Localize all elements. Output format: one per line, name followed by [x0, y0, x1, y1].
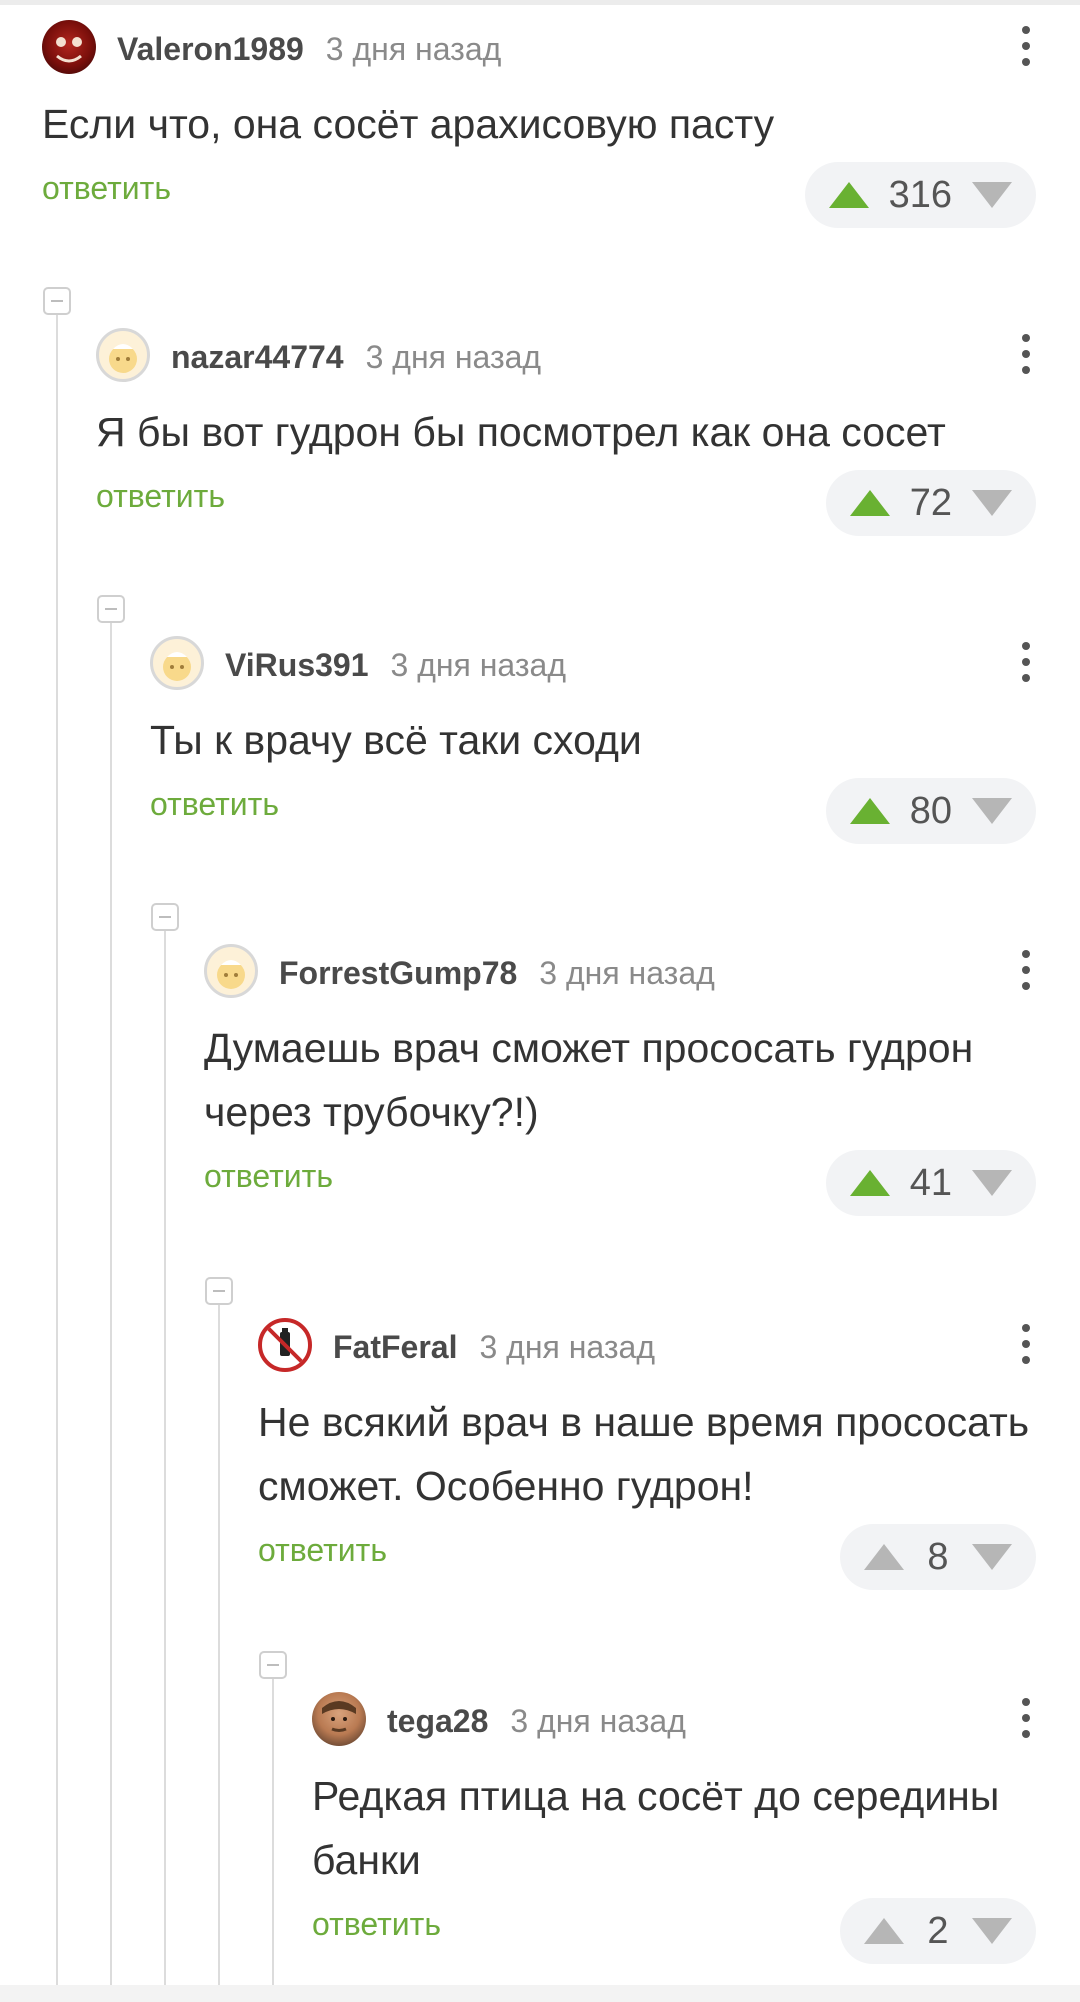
vote-panel: 80: [825, 778, 1036, 844]
vote-panel: 72: [825, 470, 1036, 536]
downvote-icon[interactable]: [972, 798, 1012, 824]
comment-text: Думаешь врач сможет прососать гудрон чер…: [204, 1025, 974, 1135]
comment: nazar44774 3 дня назад Я бы вот гудрон бы…: [96, 328, 1036, 544]
downvote-icon[interactable]: [972, 1918, 1012, 1944]
timestamp: 3 дня назад: [325, 31, 502, 67]
more-options-icon[interactable]: [1018, 22, 1034, 72]
upvote-icon[interactable]: [828, 182, 869, 208]
vote-panel: 316: [804, 162, 1036, 228]
more-options-icon[interactable]: [1018, 1320, 1034, 1370]
avatar[interactable]: [42, 20, 96, 74]
more-options-icon[interactable]: [1018, 1694, 1034, 1744]
avatar[interactable]: [96, 328, 150, 382]
more-options-icon[interactable]: [1018, 946, 1034, 996]
avatar[interactable]: [204, 944, 258, 998]
username[interactable]: ForrestGump78: [279, 955, 517, 992]
username[interactable]: Valeron1989: [117, 31, 304, 68]
reply-link[interactable]: ответить: [42, 170, 171, 207]
thread-line-3: [164, 928, 166, 2002]
username[interactable]: ViRus391: [225, 647, 369, 684]
upvote-icon[interactable]: [849, 1170, 890, 1196]
comment-text: Не всякий врач в наше время прососать см…: [258, 1399, 1030, 1509]
upvote-icon[interactable]: [864, 1544, 904, 1570]
reply-link[interactable]: ответить: [150, 786, 279, 823]
comment: Valeron1989 3 дня назад Если что, она сос…: [42, 20, 1036, 236]
thread-line-5: [272, 1676, 274, 2002]
vote-panel: 2: [840, 1898, 1036, 1964]
vote-panel: 41: [825, 1150, 1036, 1216]
thread-line-2: [110, 620, 112, 2002]
thread-line-4: [218, 1302, 220, 2002]
upvote-icon[interactable]: [864, 1918, 904, 1944]
vote-score: 41: [909, 1161, 952, 1204]
comment-text: Я бы вот гудрон бы посмотрел как она сос…: [96, 409, 946, 455]
timestamp: 3 дня назад: [510, 1703, 686, 1739]
collapse-thread-button[interactable]: [97, 595, 125, 623]
timestamp: 3 дня назад: [539, 955, 715, 991]
comment-text: Если что, она сосёт арахисовую пасту: [42, 101, 775, 147]
collapse-thread-button[interactable]: [259, 1651, 287, 1679]
vote-score: 316: [888, 173, 952, 216]
downvote-icon[interactable]: [972, 182, 1012, 208]
username[interactable]: FatFeral: [333, 1329, 457, 1366]
vote-panel: 8: [840, 1524, 1036, 1590]
comment-text: Редкая птица на сосёт до середины банки: [312, 1773, 1000, 1883]
downvote-icon[interactable]: [972, 490, 1012, 516]
vote-score: 2: [927, 1909, 949, 1952]
timestamp: 3 дня назад: [479, 1329, 655, 1365]
collapse-thread-button[interactable]: [43, 287, 71, 315]
timestamp: 3 дня назад: [390, 647, 567, 683]
reply-link[interactable]: ответить: [204, 1158, 333, 1195]
comment: ForrestGump78 3 дня назад Думаешь врач см…: [204, 944, 1036, 1224]
avatar[interactable]: [150, 636, 204, 690]
username[interactable]: tega28: [387, 1703, 488, 1740]
timestamp: 3 дня назад: [365, 339, 542, 375]
bottom-bar: [0, 1985, 1080, 2002]
upvote-icon[interactable]: [849, 490, 890, 516]
comment: tega28 3 дня назад Редкая птица на сосёт …: [312, 1692, 1036, 1972]
comment: ViRus391 3 дня назад Ты к врачу всё таки …: [150, 636, 1036, 852]
username[interactable]: nazar44774: [171, 339, 344, 376]
vote-score: 72: [909, 481, 952, 524]
more-options-icon[interactable]: [1018, 638, 1034, 688]
vote-score: 80: [909, 789, 952, 832]
comment: FatFeral 3 дня назад Не всякий врач в наш…: [258, 1318, 1036, 1598]
more-options-icon[interactable]: [1018, 330, 1034, 380]
collapse-thread-button[interactable]: [151, 903, 179, 931]
collapse-thread-button[interactable]: [205, 1277, 233, 1305]
reply-link[interactable]: ответить: [96, 478, 225, 515]
top-divider: [0, 0, 1080, 5]
thread-line-1: [56, 312, 58, 2002]
downvote-icon[interactable]: [972, 1544, 1012, 1570]
avatar[interactable]: [258, 1318, 312, 1372]
vote-score: 8: [927, 1535, 949, 1578]
reply-link[interactable]: ответить: [312, 1906, 441, 1943]
avatar[interactable]: [312, 1692, 366, 1746]
reply-link[interactable]: ответить: [258, 1532, 387, 1569]
comment-text: Ты к врачу всё таки сходи: [150, 717, 642, 763]
upvote-icon[interactable]: [849, 798, 890, 824]
downvote-icon[interactable]: [972, 1170, 1012, 1196]
